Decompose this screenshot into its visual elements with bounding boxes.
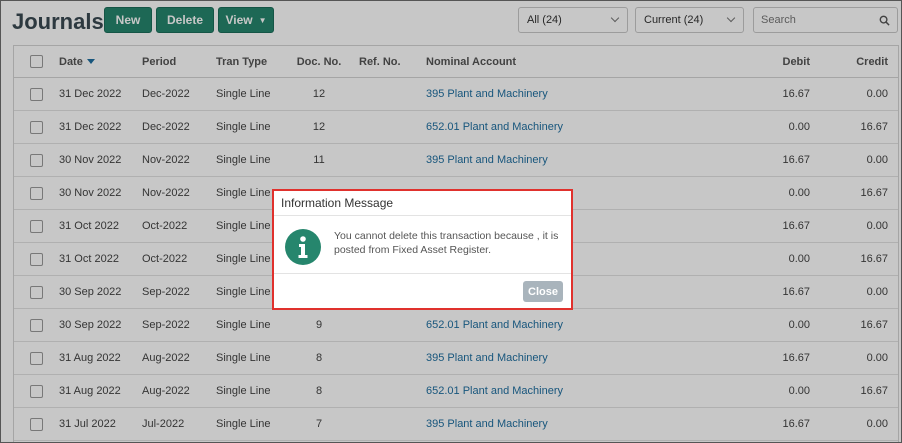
close-button[interactable]: Close: [523, 281, 563, 302]
dialog-message: You cannot delete this transaction becau…: [334, 230, 559, 256]
dialog-title: Information Message: [274, 191, 571, 216]
dialog-body: You cannot delete this transaction becau…: [274, 216, 571, 274]
information-message-dialog: Information Message You cannot delete th…: [272, 189, 573, 310]
journals-page: Journals New Delete View ▼ All (24) Curr…: [0, 0, 902, 443]
info-icon: [285, 229, 321, 265]
